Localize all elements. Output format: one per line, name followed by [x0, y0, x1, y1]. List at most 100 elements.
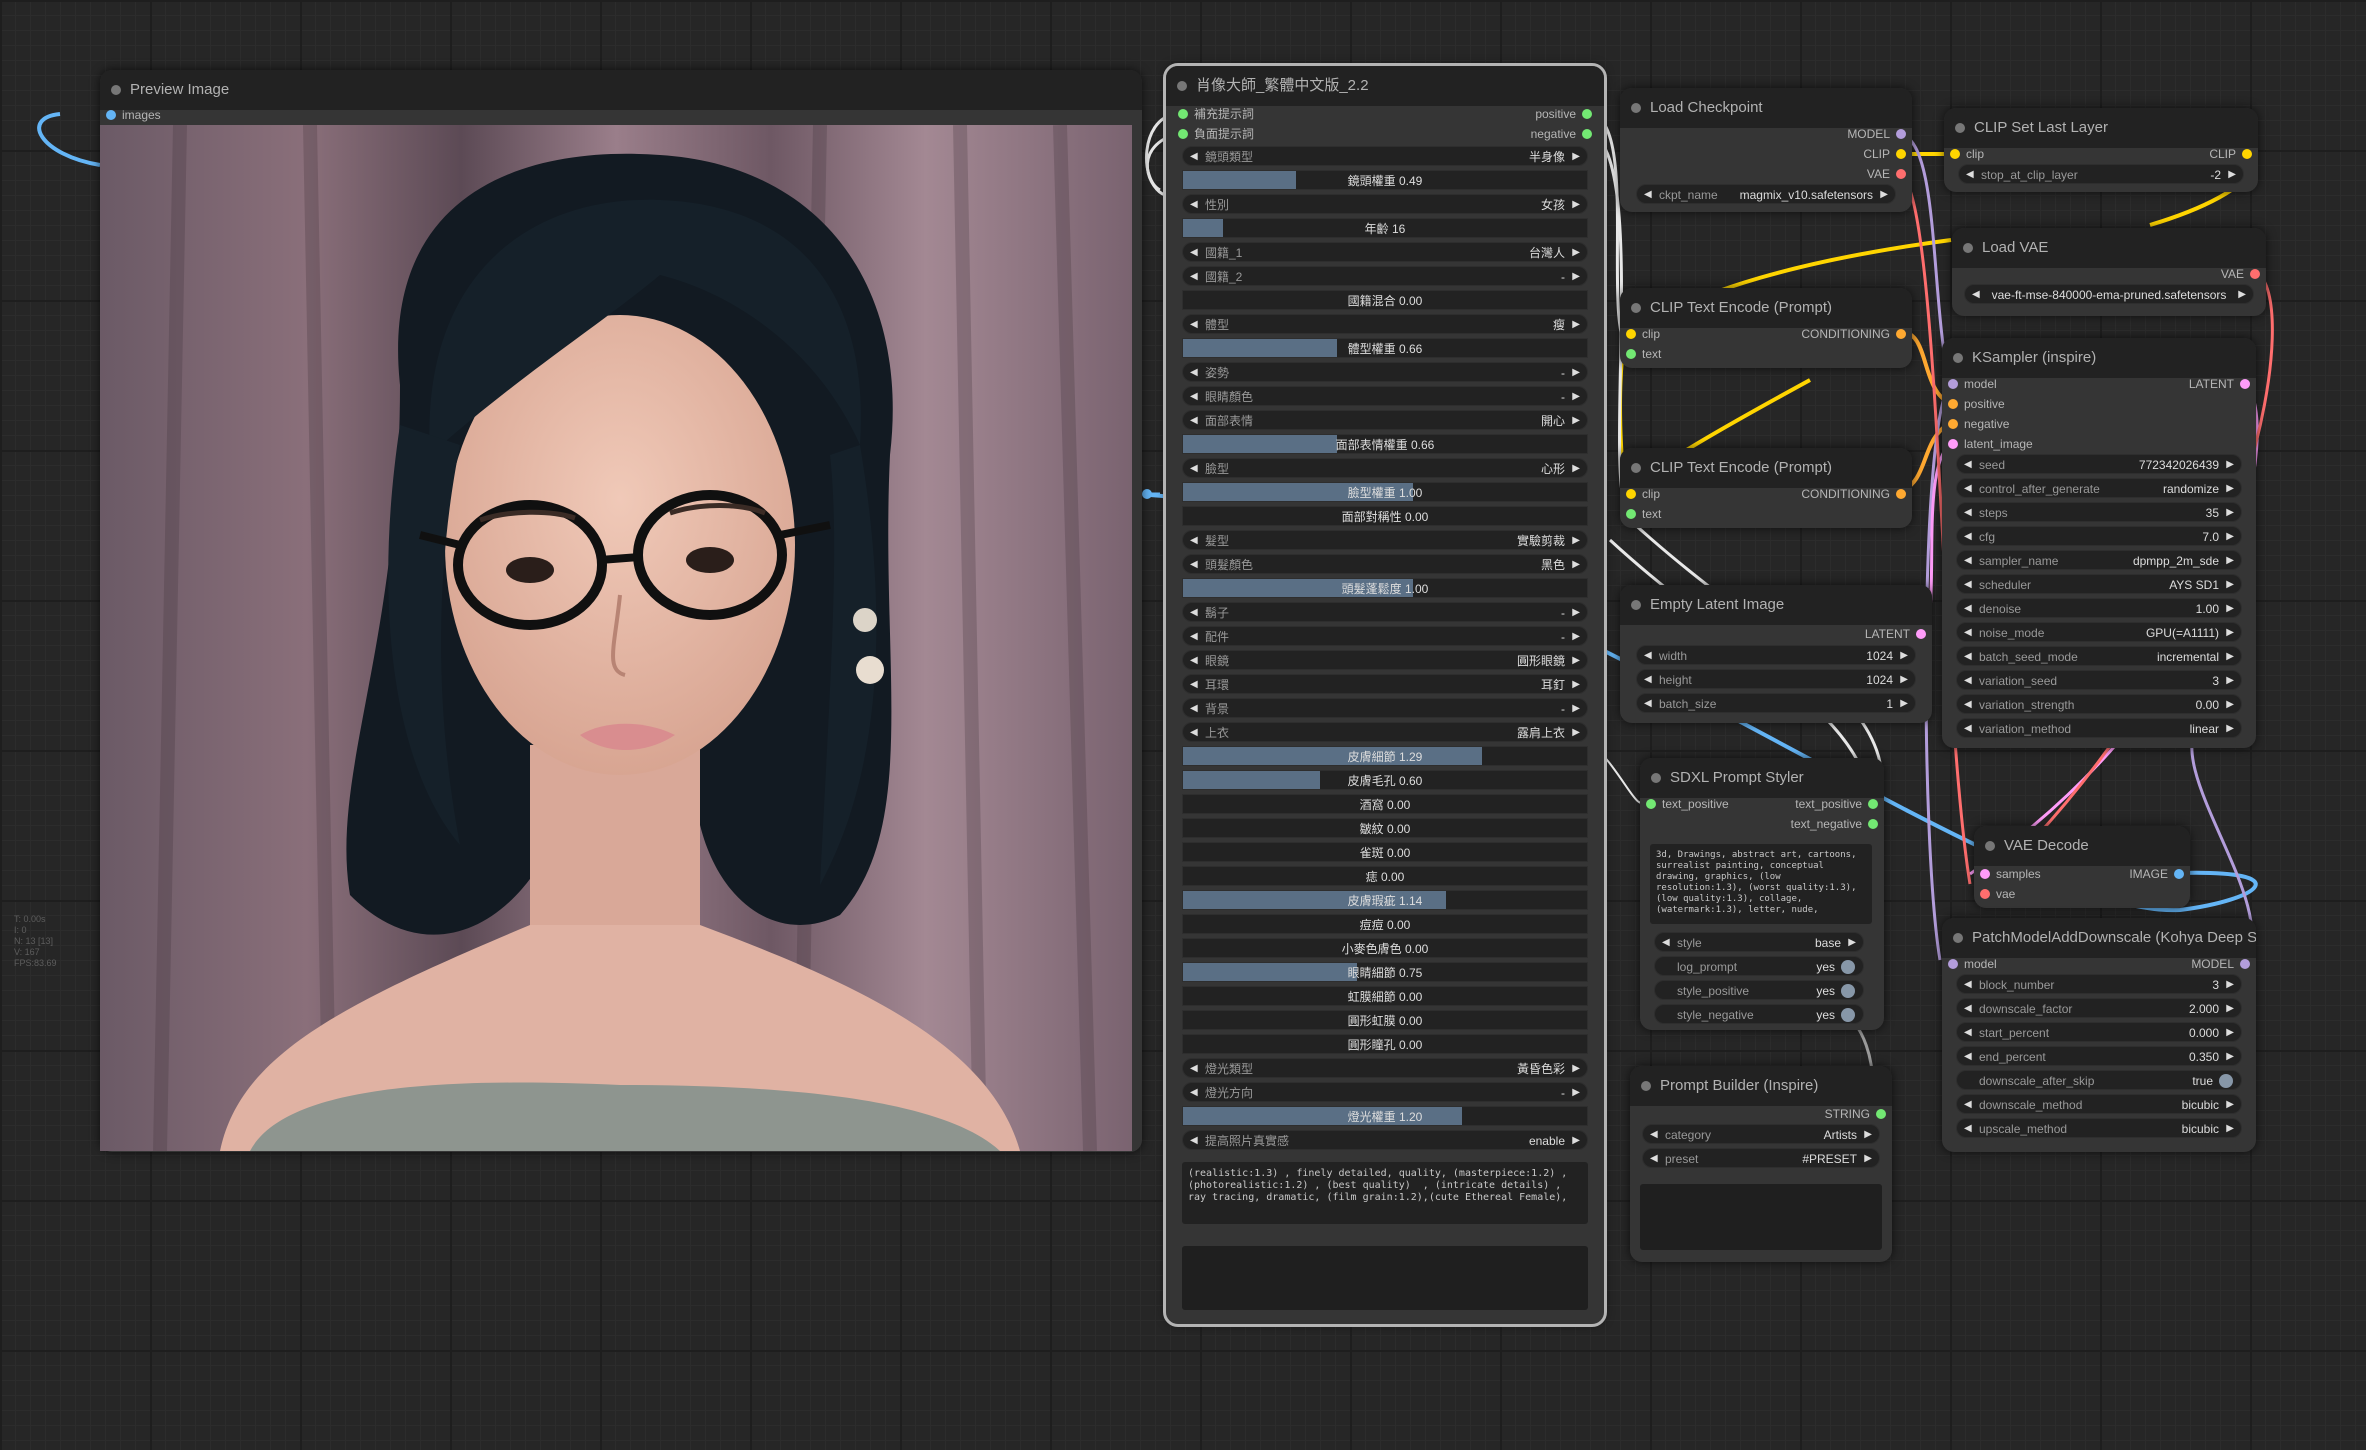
- combo-widget[interactable]: ◀ 體型 瘦 ▶: [1182, 314, 1588, 334]
- combo-widget[interactable]: ◀ 姿勢 - ▶: [1182, 362, 1588, 382]
- arrow-right-icon[interactable]: ▶: [1572, 363, 1580, 381]
- slot-dot[interactable]: [1896, 489, 1906, 499]
- arrow-right-icon[interactable]: ▶: [1900, 646, 1908, 664]
- combo-widget-sampler-name[interactable]: ◀ sampler_name dpmpp_2m_sde ▶: [1956, 550, 2242, 570]
- slot-dot[interactable]: [1876, 1109, 1886, 1119]
- node-header[interactable]: CLIP Set Last Layer: [1944, 108, 2258, 148]
- arrow-right-icon[interactable]: ▶: [1572, 651, 1580, 669]
- combo-widget[interactable]: ◀ 髮型 實驗剪裁 ▶: [1182, 530, 1588, 550]
- arrow-left-icon[interactable]: ◀: [1964, 647, 1972, 665]
- slot-vae[interactable]: vae: [1980, 884, 2015, 904]
- slider-widget[interactable]: 面部對稱性 0.00: [1182, 506, 1588, 526]
- clip-set-last-layer-node[interactable]: CLIP Set Last Layer clip CLIP ◀ stop_at_…: [1944, 108, 2258, 192]
- slot-clip-out[interactable]: CLIP: [2209, 144, 2252, 164]
- slot-dot[interactable]: [2174, 869, 2184, 879]
- node-header[interactable]: Empty Latent Image: [1620, 585, 1932, 625]
- arrow-right-icon[interactable]: ▶: [1572, 267, 1580, 285]
- slot-dot[interactable]: [1916, 629, 1926, 639]
- collapse-dot[interactable]: [1953, 933, 1963, 943]
- slot-string[interactable]: STRING: [1825, 1104, 1886, 1124]
- stop-at-clip-layer-number[interactable]: ◀ stop_at_clip_layer -2 ▶: [1958, 164, 2244, 184]
- arrow-right-icon[interactable]: ▶: [1572, 1131, 1580, 1149]
- arrow-left-icon[interactable]: ◀: [1190, 603, 1198, 621]
- toggle-widget-style-negative[interactable]: style_negative yes: [1654, 1004, 1864, 1024]
- combo-widget-variation-method[interactable]: ◀ variation_method linear ▶: [1956, 718, 2242, 738]
- node-header[interactable]: SDXL Prompt Styler: [1640, 758, 1884, 798]
- ckpt-name-combo[interactable]: ◀ ckpt_name magmix_v10.safetensors ▶: [1636, 184, 1896, 204]
- node-header[interactable]: PatchModelAddDownscale (Kohya Deep Shrin…: [1942, 918, 2256, 958]
- number-widget-width[interactable]: ◀ width 1024 ▶: [1636, 645, 1916, 665]
- slot-dot[interactable]: [1178, 129, 1188, 139]
- slider-widget[interactable]: 鏡頭權重 0.49: [1182, 170, 1588, 190]
- slot-dot[interactable]: [1626, 489, 1636, 499]
- arrow-right-icon[interactable]: ▶: [2226, 527, 2234, 545]
- arrow-left-icon[interactable]: ◀: [1964, 1095, 1972, 1113]
- arrow-right-icon[interactable]: ▶: [1572, 195, 1580, 213]
- combo-widget[interactable]: ◀ 耳環 耳釘 ▶: [1182, 674, 1588, 694]
- number-widget-block-number[interactable]: ◀ block_number 3 ▶: [1956, 974, 2242, 994]
- builder-textarea[interactable]: [1640, 1184, 1882, 1250]
- arrow-right-icon[interactable]: ▶: [1572, 1059, 1580, 1077]
- slot-clip[interactable]: CLIP: [1863, 144, 1906, 164]
- arrow-right-icon[interactable]: ▶: [2226, 1047, 2234, 1065]
- arrow-right-icon[interactable]: ▶: [2226, 551, 2234, 569]
- arrow-left-icon[interactable]: ◀: [1964, 503, 1972, 521]
- combo-widget[interactable]: ◀ 上衣 露肩上衣 ▶: [1182, 722, 1588, 742]
- slot-latent-out[interactable]: LATENT: [2189, 374, 2250, 394]
- arrow-left-icon[interactable]: ◀: [1964, 599, 1972, 617]
- output-textarea[interactable]: [1182, 1246, 1588, 1310]
- slot-text-positive-in[interactable]: text_positive: [1646, 794, 1729, 814]
- slot-dot[interactable]: [1980, 889, 1990, 899]
- prompt-builder-node[interactable]: Prompt Builder (Inspire) STRING ◀ categor…: [1630, 1066, 1892, 1262]
- arrow-left-icon[interactable]: ◀: [1964, 551, 1972, 569]
- combo-widget-cfg[interactable]: ◀ cfg 7.0 ▶: [1956, 526, 2242, 546]
- toggle-widget-log-prompt[interactable]: log_prompt yes: [1654, 956, 1864, 976]
- combo-widget[interactable]: ◀ 面部表情 開心 ▶: [1182, 410, 1588, 430]
- arrow-right-icon[interactable]: ▶: [2226, 671, 2234, 689]
- slot-negative[interactable]: negative: [1948, 414, 2009, 434]
- arrow-right-icon[interactable]: ▶: [2226, 999, 2234, 1017]
- combo-widget[interactable]: ◀ 臉型 心形 ▶: [1182, 458, 1588, 478]
- slot-dot[interactable]: [1896, 169, 1906, 179]
- load-vae-node[interactable]: Load VAE VAE ◀ vae-ft-mse-840000-ema-pru…: [1952, 228, 2266, 316]
- combo-widget[interactable]: ◀ 燈光方向 - ▶: [1182, 1082, 1588, 1102]
- arrow-right-icon[interactable]: ▶: [1572, 243, 1580, 261]
- arrow-left-icon[interactable]: ◀: [1190, 651, 1198, 669]
- ksampler-node[interactable]: KSampler (inspire) model positive negati…: [1942, 338, 2256, 748]
- arrow-right-icon[interactable]: ▶: [2226, 1119, 2234, 1137]
- combo-widget[interactable]: ◀ 眼睛顏色 - ▶: [1182, 386, 1588, 406]
- combo-widget-upscale-method[interactable]: ◀ upscale_method bicubic ▶: [1956, 1118, 2242, 1138]
- slider-widget[interactable]: 年齡 16: [1182, 218, 1588, 238]
- arrow-left-icon[interactable]: ◀: [1964, 527, 1972, 545]
- combo-widget[interactable]: ◀ 燈光類型 黃昏色彩 ▶: [1182, 1058, 1588, 1078]
- slot-model[interactable]: MODEL: [1847, 124, 1906, 144]
- node-header[interactable]: Load VAE: [1952, 228, 2266, 268]
- slot-dot[interactable]: [1950, 149, 1960, 159]
- combo-widget-style[interactable]: ◀ style base ▶: [1654, 932, 1864, 952]
- arrow-left-icon[interactable]: ◀: [1662, 933, 1670, 951]
- node-header[interactable]: Load Checkpoint: [1620, 88, 1912, 128]
- slot-clip[interactable]: clip: [1626, 324, 1660, 344]
- arrow-left-icon[interactable]: ◀: [1190, 363, 1198, 381]
- slot-dot[interactable]: [1178, 109, 1188, 119]
- node-header[interactable]: KSampler (inspire): [1942, 338, 2256, 378]
- combo-widget-category[interactable]: ◀ category Artists ▶: [1642, 1124, 1880, 1144]
- combo-widget-denoise[interactable]: ◀ denoise 1.00 ▶: [1956, 598, 2242, 618]
- slot-dot[interactable]: [1948, 439, 1958, 449]
- combo-widget[interactable]: ◀ 性別 女孩 ▶: [1182, 194, 1588, 214]
- arrow-right-icon[interactable]: ▶: [2238, 285, 2246, 303]
- arrow-left-icon[interactable]: ◀: [1964, 671, 1972, 689]
- arrow-right-icon[interactable]: ▶: [2226, 503, 2234, 521]
- combo-widget[interactable]: ◀ 頭髮顏色 黑色 ▶: [1182, 554, 1588, 574]
- combo-widget-noise-mode[interactable]: ◀ noise_mode GPU(=A1111) ▶: [1956, 622, 2242, 642]
- toggle-knob[interactable]: [1841, 984, 1855, 998]
- arrow-left-icon[interactable]: ◀: [1190, 195, 1198, 213]
- arrow-left-icon[interactable]: ◀: [1964, 479, 1972, 497]
- vae-name-combo[interactable]: ◀ vae-ft-mse-840000-ema-pruned.safetenso…: [1964, 284, 2254, 304]
- arrow-right-icon[interactable]: ▶: [2226, 575, 2234, 593]
- combo-widget-seed[interactable]: ◀ seed 772342026439 ▶: [1956, 454, 2242, 474]
- slider-widget[interactable]: 體型權重 0.66: [1182, 338, 1588, 358]
- combo-widget--2[interactable]: ◀ 國籍_2 - ▶: [1182, 266, 1588, 286]
- arrow-left-icon[interactable]: ◀: [1964, 575, 1972, 593]
- slot-dot[interactable]: [1980, 869, 1990, 879]
